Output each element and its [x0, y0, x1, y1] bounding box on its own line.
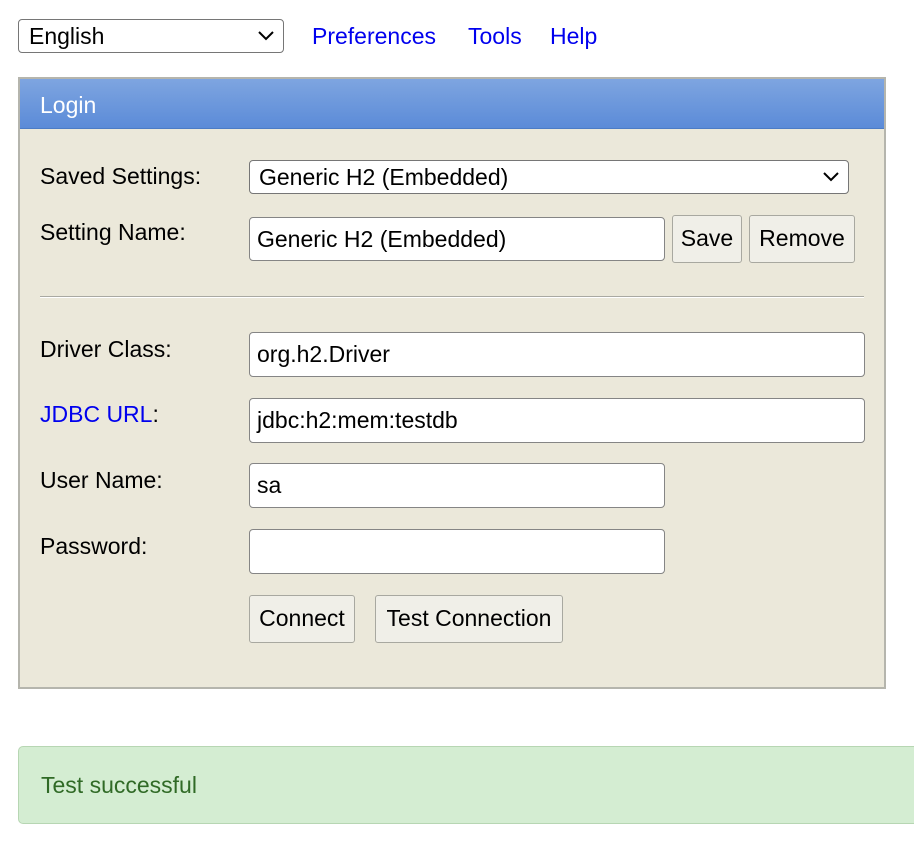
- remove-button[interactable]: Remove: [749, 215, 855, 263]
- driver-class-input[interactable]: org.h2.Driver: [249, 332, 865, 377]
- saved-settings-select[interactable]: Generic H2 (Embedded): [249, 160, 849, 194]
- jdbc-url-label-suffix: :: [152, 401, 159, 427]
- setting-name-input[interactable]: Generic H2 (Embedded): [249, 217, 665, 261]
- test-connection-button[interactable]: Test Connection: [375, 595, 563, 643]
- connect-button[interactable]: Connect: [249, 595, 355, 643]
- language-select-value: English: [29, 23, 105, 49]
- top-bar: English: [18, 18, 284, 54]
- save-button[interactable]: Save: [672, 215, 742, 263]
- tools-link[interactable]: Tools: [468, 18, 522, 54]
- jdbc-url-help-link[interactable]: JDBC URL: [40, 401, 152, 427]
- language-select[interactable]: English: [18, 19, 284, 53]
- help-link[interactable]: Help: [550, 18, 597, 54]
- status-message: Test successful: [18, 746, 914, 824]
- user-name-input[interactable]: sa: [249, 463, 665, 508]
- chevron-down-icon: [823, 172, 839, 182]
- saved-settings-value: Generic H2 (Embedded): [259, 164, 509, 190]
- password-label: Password:: [40, 533, 148, 559]
- setting-name-label: Setting Name:: [40, 219, 186, 245]
- jdbc-url-input[interactable]: jdbc:h2:mem:testdb: [249, 398, 865, 443]
- preferences-link[interactable]: Preferences: [312, 18, 436, 54]
- login-panel: Login Saved Settings: Generic H2 (Embedd…: [18, 77, 886, 689]
- divider: [40, 296, 864, 298]
- saved-settings-label: Saved Settings:: [40, 163, 202, 189]
- jdbc-url-label: JDBC URL:: [40, 399, 159, 429]
- chevron-down-icon: [258, 31, 274, 41]
- login-panel-title: Login: [20, 79, 884, 129]
- driver-class-label: Driver Class:: [40, 336, 172, 362]
- user-name-label: User Name:: [40, 467, 163, 493]
- password-input[interactable]: [249, 529, 665, 574]
